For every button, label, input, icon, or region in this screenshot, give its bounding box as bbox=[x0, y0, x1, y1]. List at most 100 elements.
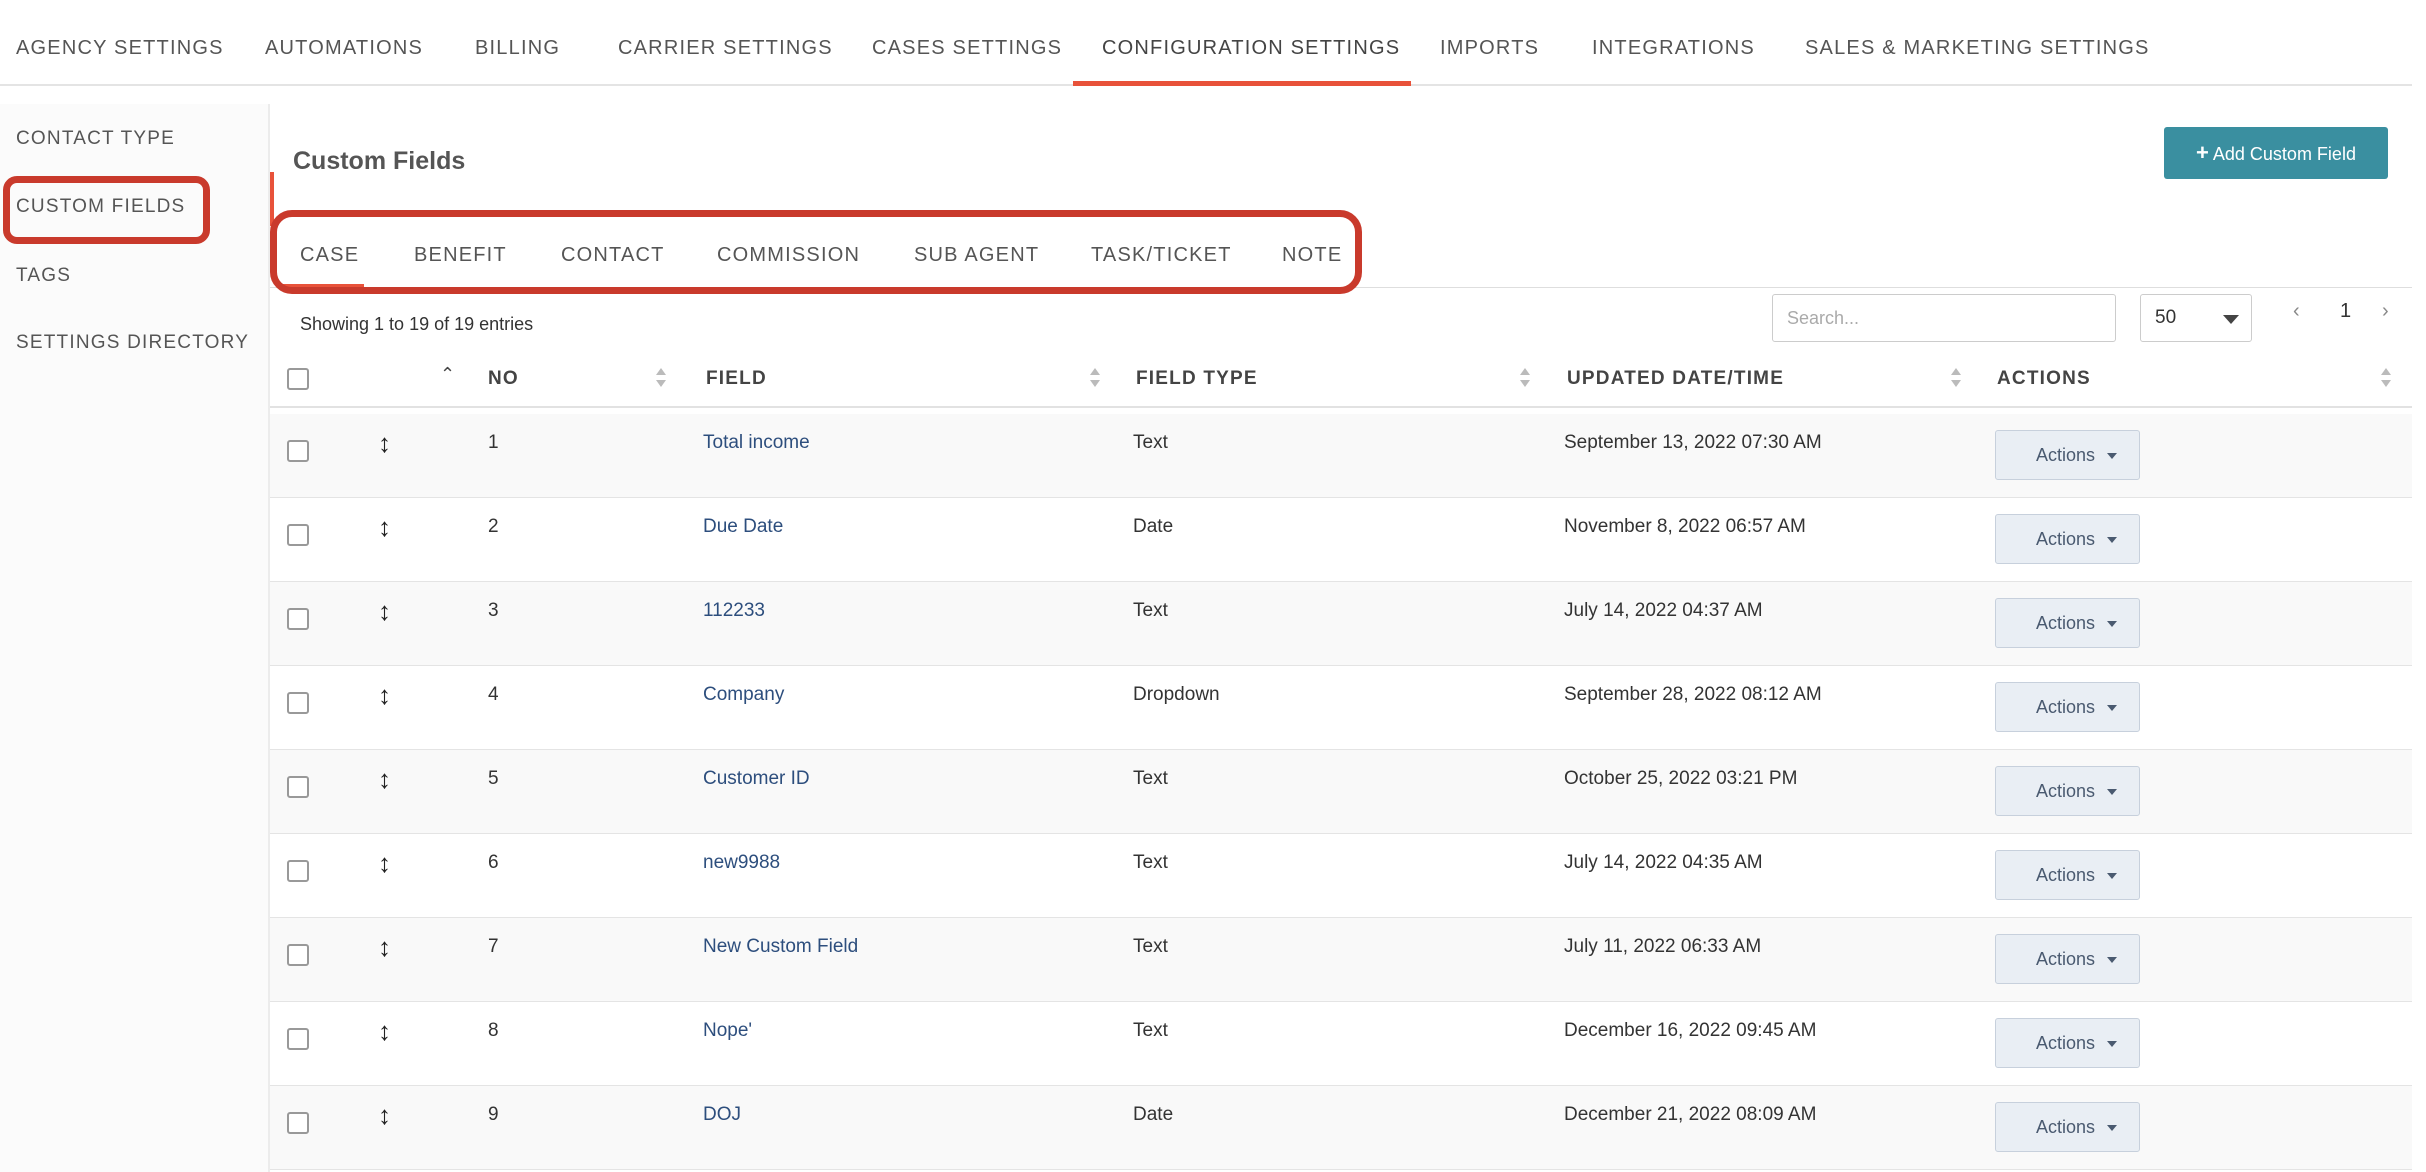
column-header-field-type[interactable]: FIELD TYPE bbox=[1136, 350, 1258, 408]
row-number: 7 bbox=[488, 936, 499, 957]
topnav-sales-marketing-settings[interactable]: SALES & MARKETING SETTINGS bbox=[1805, 12, 2150, 86]
sort-icon[interactable] bbox=[1951, 368, 1961, 390]
actions-label: Actions bbox=[2036, 949, 2096, 969]
table-row: ↕ 4 Company Dropdown September 28, 2022 … bbox=[270, 666, 2412, 750]
topnav-imports[interactable]: IMPORTS bbox=[1440, 12, 1539, 86]
row-checkbox[interactable] bbox=[287, 860, 309, 882]
column-header-actions[interactable]: ACTIONS bbox=[1997, 350, 2091, 408]
chevron-down-icon bbox=[2107, 537, 2117, 543]
column-header-field[interactable]: FIELD bbox=[706, 350, 767, 408]
field-type: Date bbox=[1133, 1104, 1174, 1125]
sidebar-item-tags[interactable]: TAGS bbox=[16, 265, 71, 287]
actions-label: Actions bbox=[2036, 865, 2096, 885]
field-name-link[interactable]: DOJ bbox=[703, 1104, 741, 1126]
drag-handle-icon[interactable]: ↕ bbox=[378, 596, 391, 627]
search-input[interactable] bbox=[1772, 294, 2116, 342]
actions-dropdown-button[interactable]: Actions bbox=[1995, 1018, 2140, 1068]
custom-fields-highlight-box bbox=[3, 176, 210, 244]
topnav-agency-settings[interactable]: AGENCY SETTINGS bbox=[16, 12, 224, 86]
row-checkbox[interactable] bbox=[287, 692, 309, 714]
actions-dropdown-button[interactable]: Actions bbox=[1995, 682, 2140, 732]
select-all-checkbox[interactable] bbox=[287, 368, 309, 390]
drag-handle-icon[interactable]: ↕ bbox=[378, 1016, 391, 1047]
actions-dropdown-button[interactable]: Actions bbox=[1995, 430, 2140, 480]
sidebar-item-contact-type[interactable]: CONTACT TYPE bbox=[16, 128, 175, 150]
row-number: 4 bbox=[488, 684, 499, 705]
top-navigation: AGENCY SETTINGS AUTOMATIONS BILLING CARR… bbox=[0, 12, 2412, 86]
chevron-down-icon bbox=[2107, 1125, 2117, 1131]
field-name-link[interactable]: Nope' bbox=[703, 1020, 752, 1042]
column-header-no[interactable]: NO bbox=[488, 350, 519, 408]
row-checkbox[interactable] bbox=[287, 608, 309, 630]
drag-handle-icon[interactable]: ↕ bbox=[378, 848, 391, 879]
topnav-cases-settings[interactable]: CASES SETTINGS bbox=[872, 12, 1062, 86]
field-name-link[interactable]: Customer ID bbox=[703, 768, 810, 790]
field-name-link[interactable]: 112233 bbox=[703, 600, 765, 622]
drag-handle-icon[interactable]: ↕ bbox=[378, 512, 391, 543]
sort-icon[interactable] bbox=[656, 368, 666, 390]
sort-ascending-icon[interactable]: ⌃ bbox=[440, 364, 455, 385]
chevron-down-icon bbox=[2107, 789, 2117, 795]
actions-label: Actions bbox=[2036, 697, 2096, 717]
sort-icon[interactable] bbox=[1520, 368, 1530, 390]
sidebar-item-settings-directory[interactable]: SETTINGS DIRECTORY bbox=[16, 332, 249, 354]
row-number: 6 bbox=[488, 852, 499, 873]
field-type: Text bbox=[1133, 768, 1168, 789]
drag-handle-icon[interactable]: ↕ bbox=[378, 764, 391, 795]
row-number: 9 bbox=[488, 1104, 499, 1125]
updated-datetime: September 13, 2022 07:30 AM bbox=[1564, 432, 1822, 453]
row-checkbox[interactable] bbox=[287, 440, 309, 462]
page-size-value: 50 bbox=[2155, 307, 2177, 328]
table-row: ↕ 1 Total income Text September 13, 2022… bbox=[270, 414, 2412, 498]
topnav-configuration-settings[interactable]: CONFIGURATION SETTINGS bbox=[1102, 12, 1400, 86]
actions-dropdown-button[interactable]: Actions bbox=[1995, 598, 2140, 648]
row-number: 5 bbox=[488, 768, 499, 789]
drag-handle-icon[interactable]: ↕ bbox=[378, 932, 391, 963]
topnav-automations[interactable]: AUTOMATIONS bbox=[265, 12, 423, 86]
page-size-select[interactable]: 50 bbox=[2140, 294, 2252, 342]
row-checkbox[interactable] bbox=[287, 944, 309, 966]
page-number-button[interactable]: 1 bbox=[2340, 300, 2351, 323]
field-name-link[interactable]: New Custom Field bbox=[703, 936, 858, 958]
add-custom-field-button[interactable]: + Add Custom Field bbox=[2164, 127, 2388, 179]
field-name-link[interactable]: Company bbox=[703, 684, 784, 706]
actions-label: Actions bbox=[2036, 1033, 2096, 1053]
updated-datetime: July 14, 2022 04:37 AM bbox=[1564, 600, 1763, 621]
topnav-integrations[interactable]: INTEGRATIONS bbox=[1592, 12, 1755, 86]
next-page-button[interactable]: › bbox=[2382, 300, 2389, 323]
previous-page-button[interactable]: ‹ bbox=[2293, 300, 2300, 323]
field-name-link[interactable]: Due Date bbox=[703, 516, 783, 538]
actions-label: Actions bbox=[2036, 529, 2096, 549]
row-checkbox[interactable] bbox=[287, 776, 309, 798]
actions-dropdown-button[interactable]: Actions bbox=[1995, 934, 2140, 984]
actions-dropdown-button[interactable]: Actions bbox=[1995, 1102, 2140, 1152]
page-title: Custom Fields bbox=[293, 147, 466, 175]
field-name-link[interactable]: new9988 bbox=[703, 852, 780, 874]
drag-handle-icon[interactable]: ↕ bbox=[378, 428, 391, 459]
sort-icon[interactable] bbox=[1090, 368, 1100, 390]
row-checkbox[interactable] bbox=[287, 1028, 309, 1050]
field-type: Text bbox=[1133, 1020, 1168, 1041]
topnav-billing[interactable]: BILLING bbox=[475, 12, 560, 86]
updated-datetime: December 16, 2022 09:45 AM bbox=[1564, 1020, 1817, 1041]
row-checkbox[interactable] bbox=[287, 524, 309, 546]
drag-handle-icon[interactable]: ↕ bbox=[378, 680, 391, 711]
chevron-down-icon bbox=[2107, 621, 2117, 627]
column-header-updated[interactable]: UPDATED DATE/TIME bbox=[1567, 350, 1784, 408]
chevron-down-icon bbox=[2107, 705, 2117, 711]
actions-dropdown-button[interactable]: Actions bbox=[1995, 514, 2140, 564]
sort-icon[interactable] bbox=[2381, 368, 2391, 390]
updated-datetime: October 25, 2022 03:21 PM bbox=[1564, 768, 1798, 789]
actions-dropdown-button[interactable]: Actions bbox=[1995, 766, 2140, 816]
chevron-down-icon bbox=[2107, 453, 2117, 459]
topnav-carrier-settings[interactable]: CARRIER SETTINGS bbox=[618, 12, 833, 86]
row-number: 1 bbox=[488, 432, 499, 453]
table-row: ↕ 3 112233 Text July 14, 2022 04:37 AM A… bbox=[270, 582, 2412, 666]
actions-dropdown-button[interactable]: Actions bbox=[1995, 850, 2140, 900]
table-row: ↕ 7 New Custom Field Text July 11, 2022 … bbox=[270, 918, 2412, 1002]
field-type: Text bbox=[1133, 600, 1168, 621]
drag-handle-icon[interactable]: ↕ bbox=[378, 1100, 391, 1131]
row-checkbox[interactable] bbox=[287, 1112, 309, 1134]
plus-icon: + bbox=[2196, 140, 2209, 165]
field-name-link[interactable]: Total income bbox=[703, 432, 810, 454]
